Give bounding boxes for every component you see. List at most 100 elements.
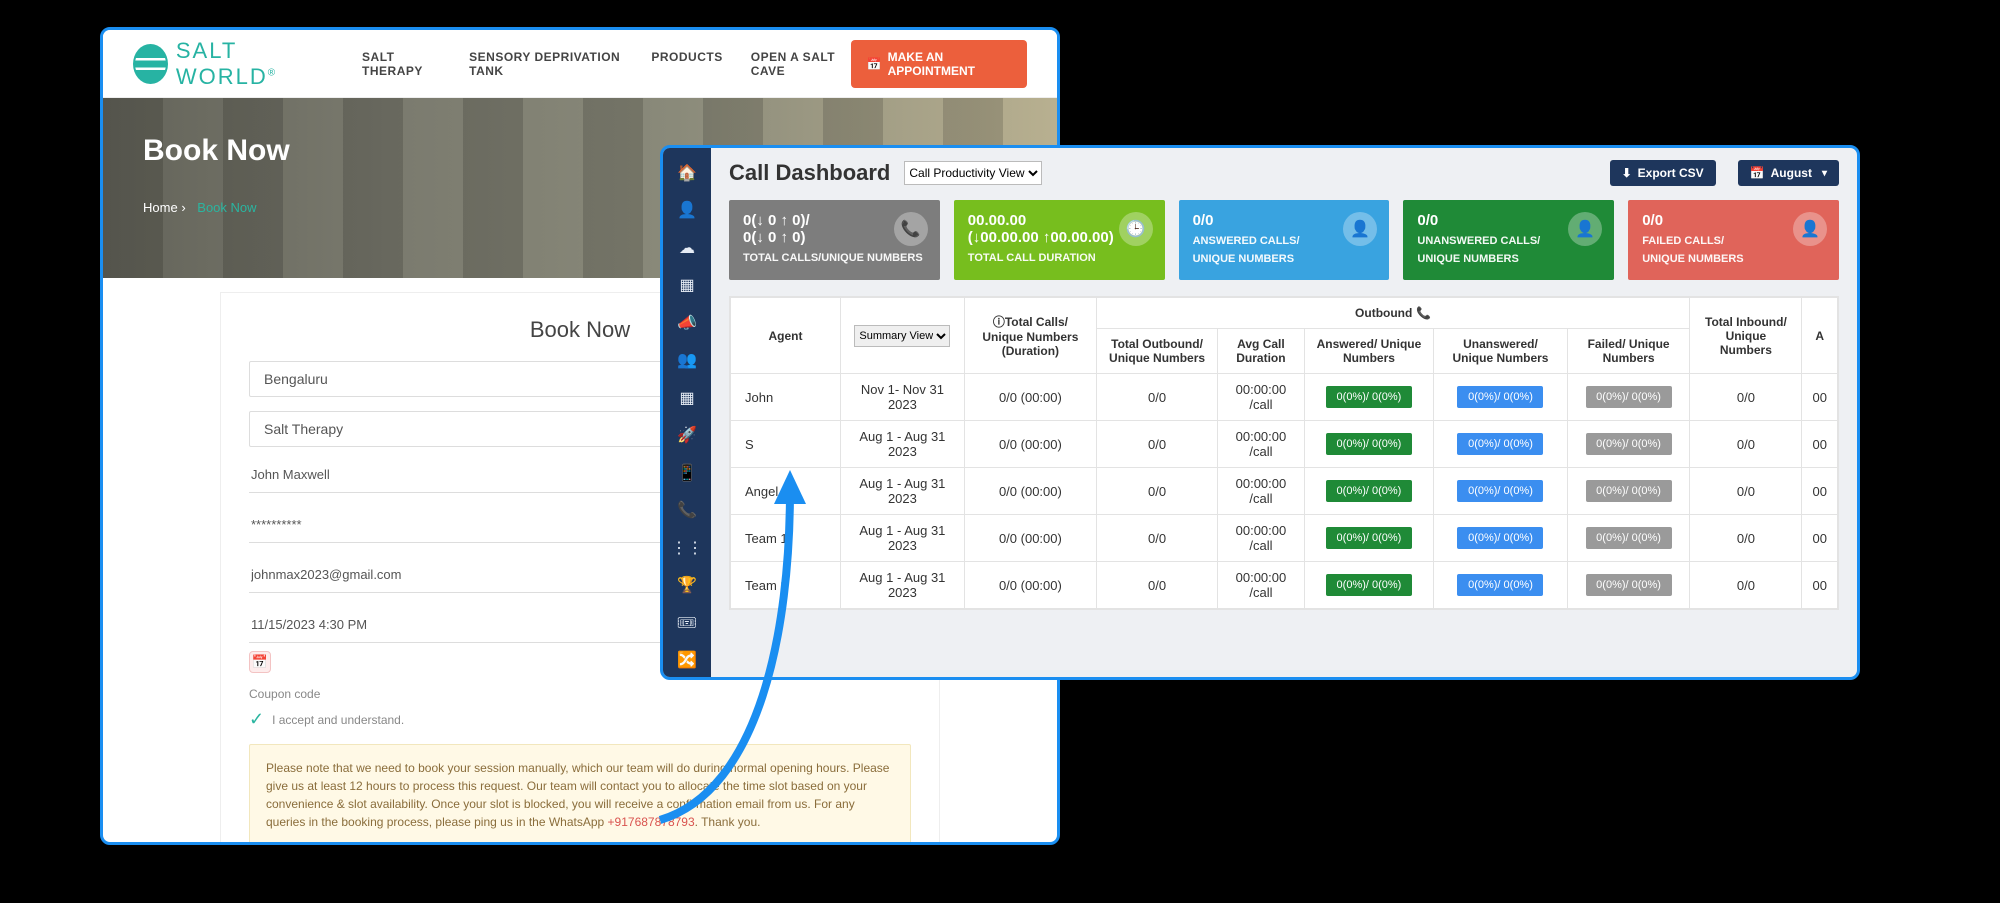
table-row: Angel Aug 1 - Aug 31 2023 0/0 (00:00) 0/… [731,468,1838,515]
col-answered: Answered/ Unique Numbers [1304,329,1433,374]
month-picker[interactable]: 📅 August [1738,160,1839,186]
cell-inbound: 0/0 [1690,562,1802,609]
megaphone-icon[interactable]: 📣 [663,306,711,340]
cell-inbound: 0/0 [1690,468,1802,515]
cell-extra: 00 [1802,468,1838,515]
fail-sub2: UNIQUE NUMBERS [1642,253,1825,265]
col-unanswered: Unanswered/ Unique Numbers [1434,329,1568,374]
col-total-outbound: Total Outbound/ Unique Numbers [1096,329,1217,374]
breadcrumb-home[interactable]: Home [143,200,178,215]
cell-avg: 00:00:00 /call [1218,374,1305,421]
cell-agent: Team 2 [731,562,841,609]
cell-total: 0/0 (00:00) [964,468,1096,515]
mobile-icon[interactable]: 📱 [663,456,711,490]
grid-icon[interactable]: ▦ [663,381,711,415]
cell-range: Aug 1 - Aug 31 2023 [841,468,965,515]
agent-table: Agent Summary View ⓘTotal Calls/ Unique … [730,297,1838,609]
month-label: August [1771,166,1812,180]
person-icon: 👤 [1568,212,1602,246]
dots-icon[interactable]: ⋮⋮ [663,531,711,565]
cell-failed: 0(0%)/ 0(0%) [1567,562,1690,609]
cell-outbound: 0/0 [1096,468,1217,515]
nav-open-cave[interactable]: OPEN A SALT CAVE [751,50,851,78]
shuffle-icon[interactable]: 🔀 [663,644,711,678]
calendar-icon: 📅 [867,57,882,71]
chevron-right-icon: › [181,200,185,215]
cell-answered: 0(0%)/ 0(0%) [1304,515,1433,562]
brand-logo[interactable]: SALT WORLD® [133,38,322,90]
trophy-icon[interactable]: 🏆 [663,569,711,603]
col-failed: Failed/ Unique Numbers [1567,329,1690,374]
registered-mark: ® [268,67,277,78]
breadcrumb: Home › Book Now [143,200,1017,215]
cell-failed: 0(0%)/ 0(0%) [1567,468,1690,515]
cell-extra: 00 [1802,515,1838,562]
cell-outbound: 0/0 [1096,374,1217,421]
cell-unanswered: 0(0%)/ 0(0%) [1434,421,1568,468]
summary-view-select[interactable]: Summary View [854,325,950,347]
check-icon: ✓ [249,709,264,730]
cell-unanswered: 0(0%)/ 0(0%) [1434,468,1568,515]
cell-total: 0/0 (00:00) [964,374,1096,421]
col-agent: Agent [731,298,841,374]
cell-failed: 0(0%)/ 0(0%) [1567,421,1690,468]
date-picker-icon[interactable]: 📅 [249,651,271,673]
table-icon[interactable]: ▦ [663,269,711,303]
note-post: . Thank you. [695,815,761,829]
col-total: ⓘTotal Calls/ Unique Numbers (Duration) [964,298,1096,374]
logo-mark-icon [133,44,168,84]
cell-inbound: 0/0 [1690,421,1802,468]
unans-sub2: UNIQUE NUMBERS [1417,253,1600,265]
rocket-icon[interactable]: 🚀 [663,419,711,453]
col-extra: A [1802,298,1838,374]
table-row: S Aug 1 - Aug 31 2023 0/0 (00:00) 0/0 00… [731,421,1838,468]
cell-agent: John [731,374,841,421]
cell-range: Aug 1 - Aug 31 2023 [841,515,965,562]
agent-table-wrap: Agent Summary View ⓘTotal Calls/ Unique … [729,296,1839,610]
export-label: Export CSV [1638,166,1704,180]
brand-text: SALT WORLD [176,38,268,89]
cell-extra: 00 [1802,421,1838,468]
nav-sensory-tank[interactable]: SENSORY DEPRIVATION TANK [469,50,623,78]
export-csv-button[interactable]: ⬇Export CSV [1610,160,1716,186]
whatsapp-link[interactable]: +917687878793 [608,815,695,829]
cell-answered: 0(0%)/ 0(0%) [1304,468,1433,515]
phone-icon[interactable]: 📞 [663,494,711,528]
topbar: SALT WORLD® SALT THERAPY SENSORY DEPRIVA… [103,30,1057,98]
cell-outbound: 0/0 [1096,421,1217,468]
booking-note: Please note that we need to book your se… [249,744,911,845]
users-icon[interactable]: 👥 [663,344,711,378]
card-failed: 0/0 FAILED CALLS/ UNIQUE NUMBERS 👤 [1628,200,1839,280]
cell-range: Aug 1 - Aug 31 2023 [841,421,965,468]
ticket-icon[interactable]: 🎟 [663,606,711,640]
cell-extra: 00 [1802,374,1838,421]
cell-total: 0/0 (00:00) [964,562,1096,609]
dur-sub: TOTAL CALL DURATION [968,252,1151,264]
cell-range: Nov 1- Nov 31 2023 [841,374,965,421]
calendar-icon: 📅 [1750,166,1765,180]
cell-agent: Angel [731,468,841,515]
table-row: John Nov 1- Nov 31 2023 0/0 (00:00) 0/0 … [731,374,1838,421]
coupon-label: Coupon code [249,687,911,701]
col-outbound-group: Outbound📞 [1096,298,1689,329]
cell-failed: 0(0%)/ 0(0%) [1567,515,1690,562]
cell-inbound: 0/0 [1690,374,1802,421]
cell-unanswered: 0(0%)/ 0(0%) [1434,515,1568,562]
cell-outbound: 0/0 [1096,515,1217,562]
nav-products[interactable]: PRODUCTS [651,50,722,78]
cell-outbound: 0/0 [1096,562,1217,609]
nav-salt-therapy[interactable]: SALT THERAPY [362,50,441,78]
cell-avg: 00:00:00 /call [1218,468,1305,515]
make-appointment-button[interactable]: 📅 MAKE AN APPOINTMENT [851,40,1027,88]
cell-answered: 0(0%)/ 0(0%) [1304,421,1433,468]
hero-title: Book Now [143,134,1017,168]
accept-row[interactable]: ✓ I accept and understand. [249,709,911,730]
cell-failed: 0(0%)/ 0(0%) [1567,374,1690,421]
breadcrumb-current: Book Now [197,200,256,215]
clock-icon: 🕒 [1119,212,1153,246]
card-unanswered: 0/0 UNANSWERED CALLS/ UNIQUE NUMBERS 👤 [1403,200,1614,280]
cell-avg: 00:00:00 /call [1218,515,1305,562]
main-nav: SALT THERAPY SENSORY DEPRIVATION TANK PR… [362,50,851,78]
cell-avg: 00:00:00 /call [1218,562,1305,609]
col-inbound: Total Inbound/ Unique Numbers [1690,298,1802,374]
